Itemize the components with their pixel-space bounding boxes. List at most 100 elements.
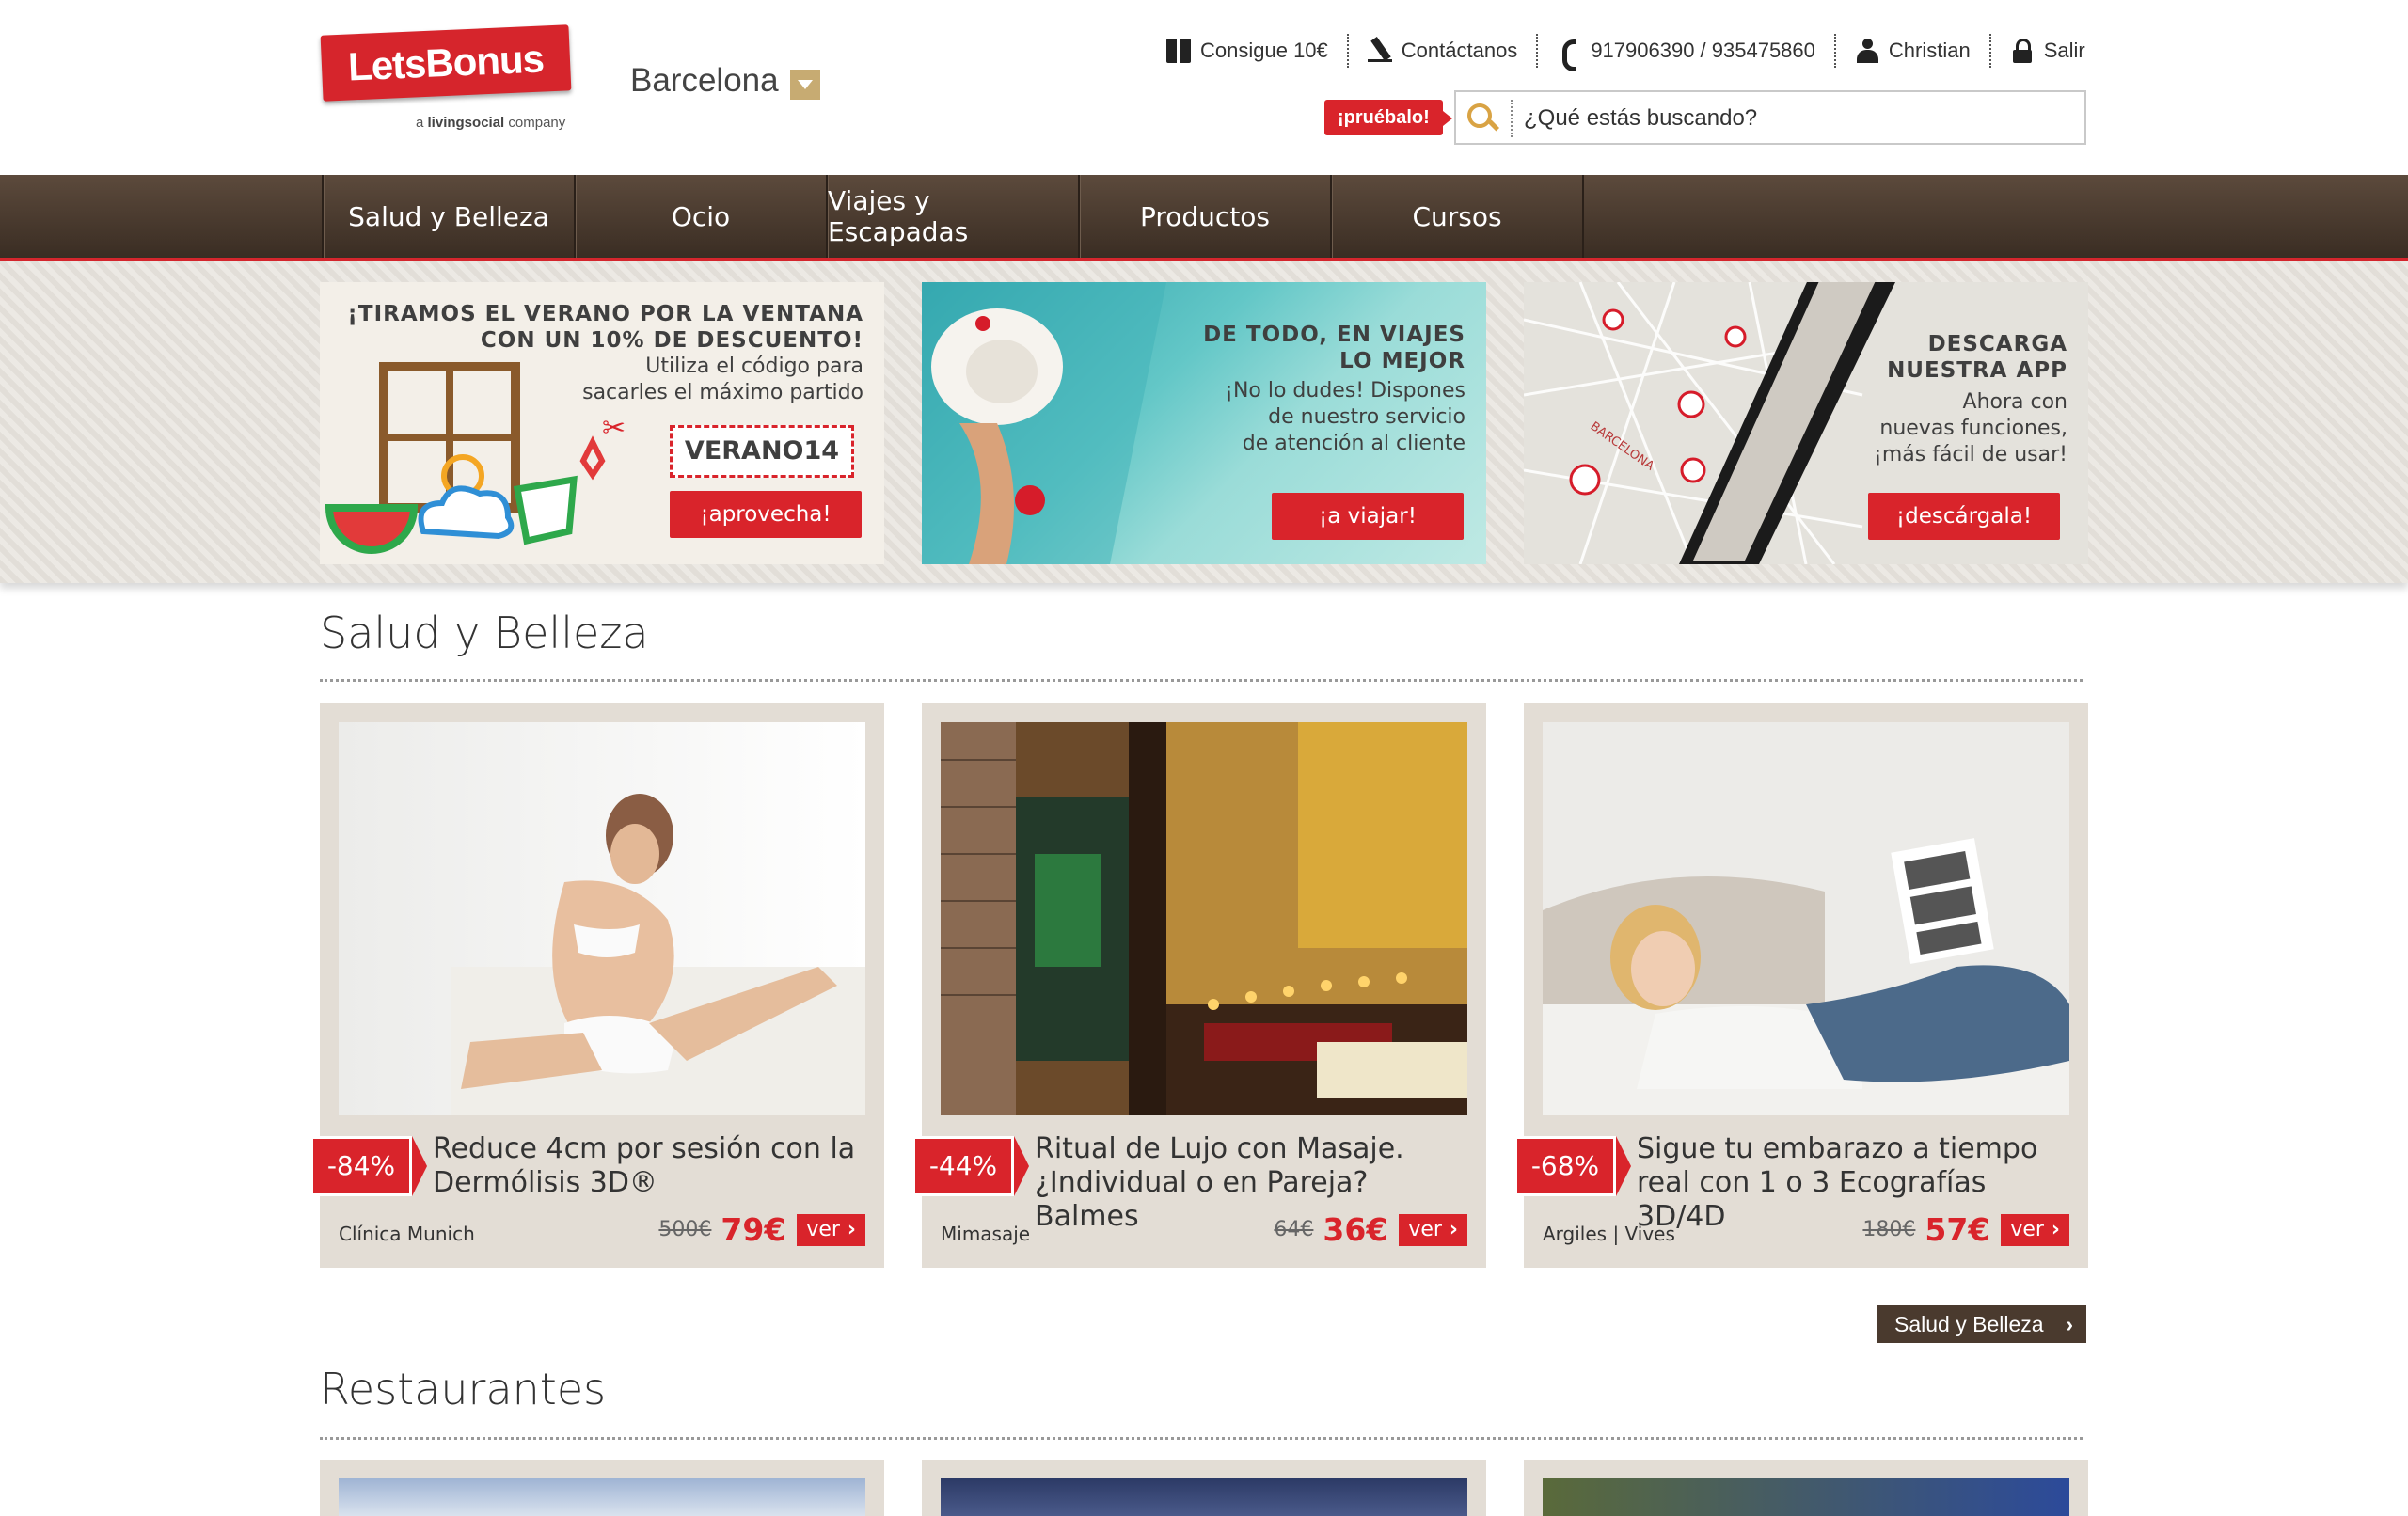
- logo-sub-prefix: a: [416, 115, 424, 131]
- link-contact[interactable]: Contáctanos: [1349, 34, 1539, 68]
- old-price: 180€: [1862, 1218, 1916, 1241]
- section-divider: [320, 679, 2083, 682]
- banner-title-line: DESCARGA: [1927, 332, 2067, 356]
- logo-sub-brand: livingsocial: [427, 115, 505, 131]
- link-phone[interactable]: 917906390 / 935475860: [1538, 34, 1836, 71]
- banner-sub-line: nuevas funciones,: [1879, 417, 2067, 440]
- banner-sub-line: de atención al cliente: [1242, 432, 1465, 455]
- ver-button[interactable]: ver ›: [2001, 1213, 2069, 1246]
- nav-item-productos[interactable]: Productos: [1080, 175, 1332, 258]
- top-links: Consigue 10€ Contáctanos 917906390 / 935…: [1148, 34, 2085, 71]
- chevron-right-icon: ›: [847, 1217, 856, 1241]
- logo-subtitle: a livingsocial company: [416, 115, 565, 131]
- banner-title-line: CON UN 10% DE DESCUENTO!: [480, 328, 863, 353]
- price-box: 64€ 36€ ver ›: [1274, 1211, 1467, 1248]
- city-dropdown-icon[interactable]: [790, 70, 820, 100]
- deal-card[interactable]: -44% Ritual de Lujo con Masaje. ¿Individ…: [912, 703, 1486, 1268]
- deal-image-graphic: [339, 722, 865, 1115]
- link-get-10[interactable]: Consigue 10€: [1148, 34, 1349, 68]
- discount-badge: -68%: [1514, 1136, 1631, 1196]
- more-deals-label: Salud y Belleza: [1894, 1312, 2044, 1336]
- logo-brand: LetsBonus: [347, 36, 545, 89]
- chevron-right-icon: ›: [2066, 1312, 2073, 1336]
- banner-sub-line: de nuestro servicio: [1268, 405, 1465, 429]
- deal-image[interactable]: [339, 722, 865, 1115]
- deal-image[interactable]: [339, 1478, 865, 1516]
- deal-merchant: Mimasaje: [941, 1223, 1031, 1245]
- deal-image[interactable]: [941, 1478, 1467, 1516]
- chevron-right-icon: ›: [2051, 1217, 2060, 1241]
- ver-button-label: ver: [1408, 1217, 1442, 1241]
- phone-icon: [1557, 39, 1581, 71]
- deal-price: 57€: [1925, 1211, 1990, 1248]
- ver-button[interactable]: ver ›: [797, 1213, 865, 1246]
- banner-title-line: NUESTRA APP: [1887, 358, 2067, 383]
- promo-banner-travel[interactable]: DE TODO, EN VIAJES LO MEJOR ¡No lo dudes…: [922, 282, 1486, 564]
- logo-badge: LetsBonus: [320, 24, 572, 102]
- nav-item-viajes[interactable]: Viajes y Escapadas: [828, 175, 1080, 258]
- banner-sub-line: ¡más fácil de usar!: [1874, 443, 2067, 466]
- link-label: 917906390 / 935475860: [1591, 39, 1815, 62]
- section-title: Salud y Belleza: [320, 608, 649, 658]
- promo-banner-summer[interactable]: ✂ ¡TIRAMOS EL VERANO POR LA VENTANA CON …: [320, 282, 884, 564]
- link-user[interactable]: Christian: [1836, 34, 1991, 68]
- banner-sub-line: sacarles el máximo partido: [582, 381, 863, 404]
- deal-image[interactable]: [1543, 722, 2069, 1115]
- deal-card[interactable]: [320, 1460, 884, 1516]
- lock-icon: [2010, 39, 2035, 63]
- section-divider: [320, 1437, 2083, 1440]
- gift-icon: [1166, 39, 1191, 63]
- section-title: Restaurantes: [320, 1364, 607, 1414]
- nav-item-ocio[interactable]: Ocio: [576, 175, 828, 258]
- deal-image[interactable]: [941, 722, 1467, 1115]
- svg-text:✂: ✂: [602, 412, 626, 445]
- old-price: 500€: [658, 1218, 712, 1241]
- search-divider: [1511, 100, 1513, 137]
- ver-button-label: ver: [2010, 1217, 2044, 1241]
- deal-card[interactable]: [922, 1460, 1486, 1516]
- deal-price: 36€: [1323, 1211, 1388, 1248]
- nav-item-cursos[interactable]: Cursos: [1332, 175, 1584, 258]
- viajar-button[interactable]: ¡a viajar!: [1272, 493, 1464, 540]
- deal-card[interactable]: [1524, 1460, 2088, 1516]
- banner-sub-line: Ahora con: [1962, 390, 2067, 414]
- deal-title[interactable]: Reduce 4cm por sesión con la Dermólisis …: [433, 1132, 865, 1200]
- pen-icon: [1367, 39, 1392, 63]
- banner-sub-line: ¡No lo dudes! Dispones: [1225, 379, 1465, 403]
- discount-badge: -84%: [310, 1136, 427, 1196]
- search-box: [1454, 90, 2086, 145]
- price-box: 500€ 79€ ver ›: [658, 1211, 865, 1248]
- deal-image-graphic: [941, 722, 1467, 1115]
- ver-button-label: ver: [806, 1217, 840, 1241]
- link-logout[interactable]: Salir: [1991, 34, 2085, 68]
- deal-image-graphic: [1543, 722, 2069, 1115]
- deal-card[interactable]: -68% Sigue tu embarazo a tiempo real con…: [1514, 703, 2088, 1268]
- city-selector-label[interactable]: Barcelona: [630, 62, 779, 100]
- promo-band: ✂ ¡TIRAMOS EL VERANO POR LA VENTANA CON …: [0, 261, 2408, 583]
- deal-card[interactable]: -84% Reduce 4cm por sesión con la Dermól…: [310, 703, 884, 1268]
- old-price: 64€: [1274, 1218, 1314, 1241]
- deal-merchant: Clínica Munich: [339, 1223, 475, 1245]
- search-icon[interactable]: [1465, 102, 1499, 135]
- ver-button[interactable]: ver ›: [1399, 1213, 1467, 1246]
- main-nav: Salud y Belleza Ocio Viajes y Escapadas …: [0, 175, 2408, 261]
- descargala-button[interactable]: ¡descárgala!: [1868, 493, 2060, 540]
- deal-image[interactable]: [1543, 1478, 2069, 1516]
- nav-item-salud-belleza[interactable]: Salud y Belleza: [324, 175, 576, 258]
- link-label: Consigue 10€: [1200, 39, 1328, 62]
- banner-title-line: ¡TIRAMOS EL VERANO POR LA VENTANA: [347, 302, 863, 326]
- more-deals-button[interactable]: Salud y Belleza ›: [1877, 1305, 2086, 1343]
- search-input[interactable]: [1522, 98, 2071, 139]
- promo-code: VERANO14: [670, 425, 854, 478]
- chevron-right-icon: ›: [1449, 1217, 1458, 1241]
- banner-title-line: LO MEJOR: [1339, 349, 1465, 373]
- price-box: 180€ 57€ ver ›: [1862, 1211, 2069, 1248]
- deal-price: 79€: [721, 1211, 786, 1248]
- try-badge: ¡pruébalo!: [1324, 100, 1452, 135]
- promo-banner-app[interactable]: BARCELONA DESCARGA NUESTRA APP Ahora con…: [1524, 282, 2088, 564]
- aprovecha-button[interactable]: ¡aprovecha!: [670, 491, 862, 538]
- logo[interactable]: LetsBonus a livingsocial company: [318, 24, 579, 137]
- discount-badge: -44%: [912, 1136, 1029, 1196]
- link-label: Christian: [1888, 39, 1971, 62]
- link-label: Salir: [2043, 39, 2085, 62]
